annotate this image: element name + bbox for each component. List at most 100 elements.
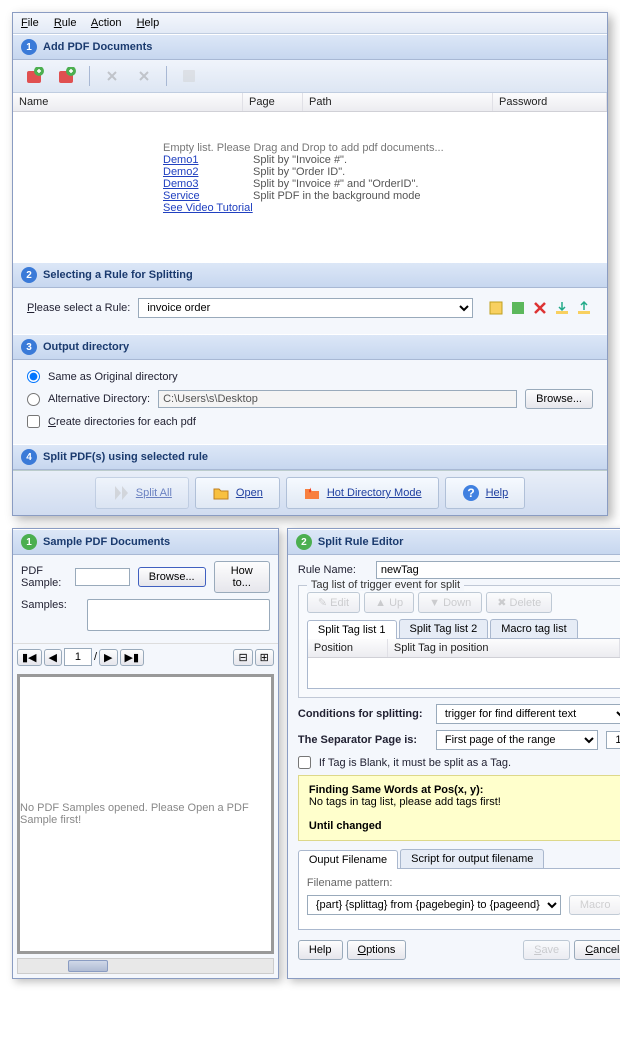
section-add-pdf-title: Add PDF Documents [43,41,152,53]
down-tag-button[interactable]: ▼ Down [418,592,482,613]
demo1-link[interactable]: Demo1 [163,154,253,166]
alt-dir-label: Alternative Directory: [48,393,150,405]
edit-tag-button[interactable]: ✎ Edit [307,592,360,613]
filename-pattern-label: Filename pattern: [307,877,620,889]
tab-output-filename[interactable]: Ouput Filename [298,850,398,869]
section-rule-body: Please select a Rule: invoice order [13,288,607,334]
howto-button[interactable]: How to... [214,561,270,593]
pdf-list-header: Name Page Path Password [13,93,607,112]
separator-select[interactable]: First page of the range [436,730,599,750]
edit-rule-button[interactable] [487,299,505,317]
rule-select[interactable]: invoice order [138,298,473,318]
samples-list[interactable] [87,599,270,631]
save-list-button[interactable] [175,64,203,88]
editor-cancel-button[interactable]: Cancel [574,940,620,960]
prev-page-button[interactable]: ◀ [44,649,62,666]
tag-list-body[interactable] [308,658,620,688]
rule-name-label: Rule Name: [298,564,368,576]
next-page-button[interactable]: ▶ [99,649,117,666]
menu-action[interactable]: Action [91,17,122,29]
add-rule-button[interactable] [509,299,527,317]
demo2-link[interactable]: Demo2 [163,166,253,178]
browse-sample-button[interactable]: Browse... [138,567,206,587]
pdf-list[interactable]: Empty list. Please Drag and Drop to add … [13,112,607,262]
col-password[interactable]: Password [493,93,607,111]
editor-save-button[interactable]: Save [523,940,570,960]
pdf-preview: No PDF Samples opened. Please Open a PDF… [17,674,274,954]
split-all-button[interactable]: Split All [95,477,189,509]
svg-text:?: ? [467,486,474,500]
col-name[interactable]: Name [13,93,243,111]
import-rule-button[interactable] [553,299,571,317]
tab-split-tag-1[interactable]: Split Tag list 1 [307,620,397,639]
open-button[interactable]: Open [195,477,280,509]
tag-list-fieldset: Tag list of trigger event for split ✎ Ed… [298,585,620,698]
demo3-link[interactable]: Demo3 [163,178,253,190]
col-position[interactable]: Position [308,639,388,657]
tag-tab-pane: Position Split Tag in position [307,639,620,689]
filename-pane: Filename pattern: {part} {splittag} from… [298,869,620,930]
separator-num-input[interactable] [606,731,620,749]
col-split-tag[interactable]: Split Tag in position [388,639,620,657]
macro-button[interactable]: Macro [569,895,620,915]
section-rule-header: 2 Selecting a Rule for Splitting [13,262,607,288]
up-tag-button[interactable]: ▲ Up [364,592,414,613]
empty-list-message: Empty list. Please Drag and Drop to add … [163,142,597,154]
samples-label: Samples: [21,599,79,611]
add-file-button[interactable] [21,64,49,88]
add-file-icon [25,67,45,85]
editor-help-button[interactable]: Help [298,940,343,960]
zoom-in-button[interactable]: ⊞ [255,649,274,666]
tag-tabs: Split Tag list 1 Split Tag list 2 Macro … [307,619,620,639]
tab-split-tag-2[interactable]: Split Tag list 2 [399,619,489,638]
horizontal-scrollbar[interactable] [17,958,274,974]
hot-directory-button[interactable]: Hot Directory Mode [286,477,439,509]
service-link[interactable]: Service [163,190,253,202]
page-input[interactable] [64,648,92,666]
alt-dir-radio[interactable] [27,393,40,406]
last-page-button[interactable]: ▶▮ [120,649,145,666]
editor-options-button[interactable]: Options [347,940,407,960]
action-bar: Split All Open Hot Directory Mode ? Help [13,470,607,515]
first-page-button[interactable]: ▮◀ [17,649,42,666]
help-button[interactable]: ? Help [445,477,526,509]
menu-file[interactable]: File [21,17,39,29]
tab-macro-tag[interactable]: Macro tag list [490,619,577,638]
tab-script-filename[interactable]: Script for output filename [400,849,544,868]
section-rule-title: Selecting a Rule for Splitting [43,269,193,281]
pdf-sample-input[interactable] [75,568,130,586]
delete-tag-button[interactable]: ✖ Delete [486,592,552,613]
remove-button[interactable] [98,64,126,88]
tutorial-link[interactable]: See Video Tutorial [163,202,253,214]
alt-dir-input[interactable] [158,390,517,408]
rule-name-input[interactable] [376,561,620,579]
menu-help[interactable]: Help [137,17,160,29]
menu-rule[interactable]: Rule [54,17,77,29]
blank-tag-label: If Tag is Blank, it must be split as a T… [319,757,511,769]
section-split-title: Split PDF(s) using selected rule [43,451,208,463]
wrench-icon [136,68,152,84]
rule-editor-title: Split Rule Editor [318,536,404,548]
filename-pattern-select[interactable]: {part} {splittag} from {pagebegin} to {p… [307,895,561,915]
col-path[interactable]: Path [303,93,493,111]
separator [89,66,90,86]
section-split-header: 4 Split PDF(s) using selected rule [13,444,607,470]
add-folder-button[interactable] [53,64,81,88]
demo3-desc: Split by "Invoice #" and "OrderID". [253,178,418,190]
delete-rule-button[interactable] [531,299,549,317]
play-icon [112,484,130,502]
tools-button[interactable] [130,64,158,88]
browse-output-button[interactable]: Browse... [525,389,593,409]
create-dirs-checkbox[interactable] [27,415,40,428]
export-rule-button[interactable] [575,299,593,317]
step-4-badge: 4 [21,449,37,465]
page-of: / [94,651,97,663]
blank-tag-checkbox[interactable] [298,756,311,769]
disk-icon [181,68,197,84]
col-page[interactable]: Page [243,93,303,111]
same-dir-radio[interactable] [27,370,40,383]
conditions-select[interactable]: trigger for find different text [436,704,620,724]
separator [166,66,167,86]
zoom-out-button[interactable]: ⊟ [233,649,252,666]
until-changed-label: Until changed [309,820,620,832]
